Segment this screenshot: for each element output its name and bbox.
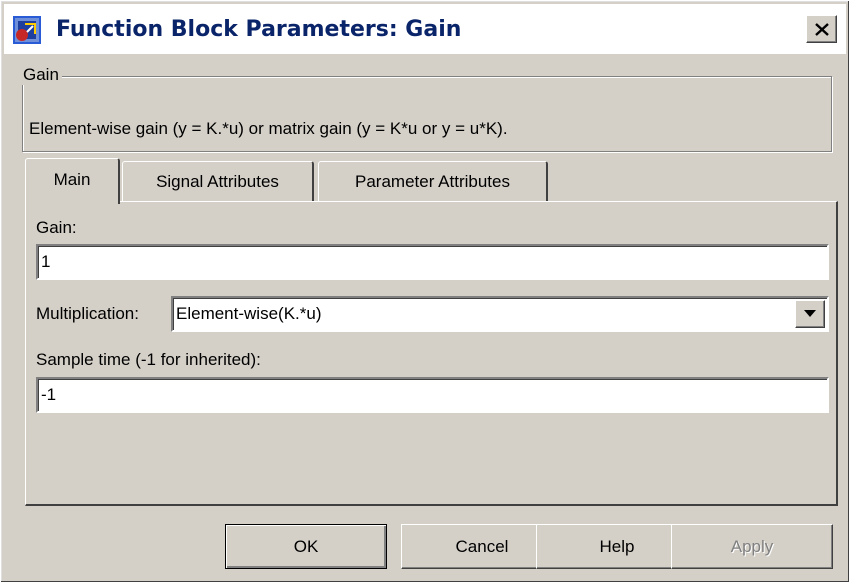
- sample-time-label: Sample time (-1 for inherited):: [36, 350, 261, 369]
- block-description: Element-wise gain (y = K.*u) or matrix g…: [29, 119, 508, 138]
- chevron-down-icon: [804, 310, 816, 317]
- simulink-block-icon: [13, 16, 41, 44]
- gain-input[interactable]: 1: [36, 244, 829, 280]
- gain-groupbox: [22, 76, 832, 152]
- multiplication-dropdown[interactable]: Element-wise(K.*u): [171, 296, 829, 332]
- dropdown-arrow-button[interactable]: [795, 300, 825, 328]
- close-button[interactable]: [806, 15, 837, 43]
- window-title: Function Block Parameters: Gain: [56, 17, 462, 42]
- multiplication-label: Multiplication:: [36, 304, 139, 323]
- apply-button[interactable]: Apply: [671, 524, 833, 569]
- ok-button[interactable]: OK: [225, 524, 387, 569]
- tab-parameter-attributes-label: Parameter Attributes: [355, 171, 510, 191]
- tab-main[interactable]: Main: [25, 158, 120, 204]
- multiplication-selected-value: Element-wise(K.*u): [176, 304, 322, 323]
- gain-label: Gain:: [36, 218, 77, 237]
- tab-signal-attributes[interactable]: Signal Attributes: [122, 161, 314, 201]
- tab-signal-attributes-label: Signal Attributes: [156, 171, 279, 191]
- tab-parameter-attributes[interactable]: Parameter Attributes: [318, 161, 548, 201]
- sample-time-input[interactable]: -1: [36, 377, 829, 413]
- groupbox-legend: Gain: [20, 65, 62, 85]
- close-icon: [814, 22, 829, 36]
- dialog-window: Function Block Parameters: Gain Gain Ele…: [0, 0, 850, 583]
- tab-main-label: Main: [53, 169, 91, 189]
- title-bar[interactable]: Function Block Parameters: Gain: [4, 4, 846, 54]
